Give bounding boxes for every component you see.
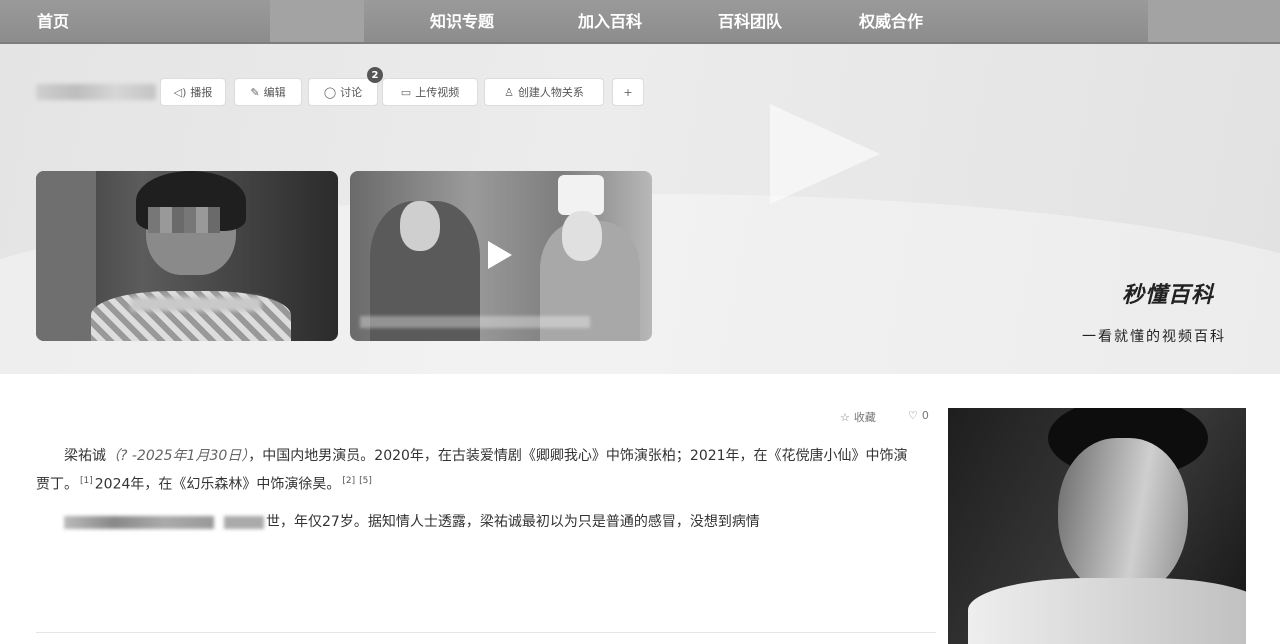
reference-3[interactable]: [5]: [359, 476, 372, 486]
edit-label: 编辑: [263, 86, 286, 99]
divider: [36, 632, 936, 633]
card2-face-right: [562, 211, 602, 261]
summary-text-b: 2024年，在《幻乐森林》中饰演徐昊。: [94, 476, 341, 493]
speaker-icon: ◁): [173, 85, 187, 99]
nav-placeholder-block: [270, 0, 364, 42]
banner: ◁) 播报 ✎ 编辑 ◯ 讨论 2 ▭ 上传视频 ♙ 创建人物关系 + 秒懂百科…: [0, 44, 1280, 374]
life-dates: （? -2025年1月30日）: [106, 448, 249, 464]
portrait-arm: [968, 578, 1246, 644]
nav-team[interactable]: 百科团队: [718, 8, 782, 32]
edit-button[interactable]: ✎ 编辑: [234, 78, 302, 106]
add-button[interactable]: +: [612, 78, 644, 106]
person-name: 梁祐诚: [64, 448, 106, 464]
upload-label: 上传视频: [415, 86, 460, 99]
discuss-count-badge: 2: [367, 67, 383, 83]
share-button[interactable]: ♡ 0: [908, 409, 929, 422]
nav-knowledge-topics[interactable]: 知识专题: [430, 8, 494, 32]
play-button[interactable]: ◁) 播报: [160, 78, 226, 106]
card1-blur-strip: [131, 297, 261, 311]
nav-partners[interactable]: 权威合作: [859, 8, 923, 32]
create-relation-button[interactable]: ♙ 创建人物关系: [484, 78, 604, 106]
pencil-icon: ✎: [250, 85, 260, 99]
banner-play-deco: [770, 104, 880, 204]
blurred-title: [36, 84, 156, 100]
nav-join[interactable]: 加入百科: [578, 8, 642, 32]
blurred-text-2: [224, 515, 264, 529]
top-nav: 首页 知识专题 加入百科 百科团队 权威合作: [0, 0, 1280, 44]
reference-2[interactable]: [2]: [342, 476, 355, 486]
detail-text: 世，年仅27岁。据知情人士透露，梁祐诚最初以为只是普通的感冒，没想到病情: [266, 514, 760, 530]
article-content: ☆ 收藏 ♡ 0 梁祐诚（? -2025年1月30日），中国内地男演员。2020…: [0, 374, 1280, 644]
favorite-button[interactable]: ☆ 收藏: [840, 409, 876, 425]
nav-home-link[interactable]: 首页: [37, 8, 69, 32]
video-icon: ▭: [400, 85, 412, 99]
card1-mosaic: [148, 207, 220, 233]
plus-icon: +: [623, 85, 633, 99]
star-icon: ☆: [840, 410, 850, 424]
detail-paragraph: 世，年仅27岁。据知情人士透露，梁祐诚最初以为只是普通的感冒，没想到病情: [36, 510, 916, 535]
reference-1[interactable]: [1]: [80, 476, 93, 486]
discuss-button[interactable]: ◯ 讨论: [308, 78, 378, 106]
play-label: 播报: [190, 86, 213, 99]
share-count: 0: [921, 409, 929, 422]
brand-slogan: 一看就懂的视频百科: [1082, 329, 1226, 345]
nav-right-block: [1148, 0, 1280, 42]
brand-logo: 秒懂百科: [1122, 283, 1215, 308]
upload-video-button[interactable]: ▭ 上传视频: [382, 78, 478, 106]
relation-label: 创建人物关系: [517, 86, 584, 99]
thumb-icon: ♡: [908, 409, 918, 422]
relation-icon: ♙: [504, 85, 514, 99]
portrait-face: [1058, 438, 1188, 598]
comment-icon: ◯: [323, 85, 337, 99]
blurred-text: [64, 515, 214, 529]
card2-face-left: [400, 201, 440, 251]
card2-caption: [360, 316, 590, 328]
favorite-label: 收藏: [853, 411, 876, 424]
card2-hat: [558, 175, 604, 215]
discuss-label: 讨论: [340, 86, 363, 99]
play-icon[interactable]: [488, 241, 512, 269]
video-card-2[interactable]: [350, 171, 652, 341]
video-card-1[interactable]: [36, 171, 338, 341]
summary-paragraph: 梁祐诚（? -2025年1月30日），中国内地男演员。2020年，在古装爱情剧《…: [36, 444, 916, 498]
card1-background: [36, 171, 96, 341]
portrait-image[interactable]: [948, 408, 1246, 644]
